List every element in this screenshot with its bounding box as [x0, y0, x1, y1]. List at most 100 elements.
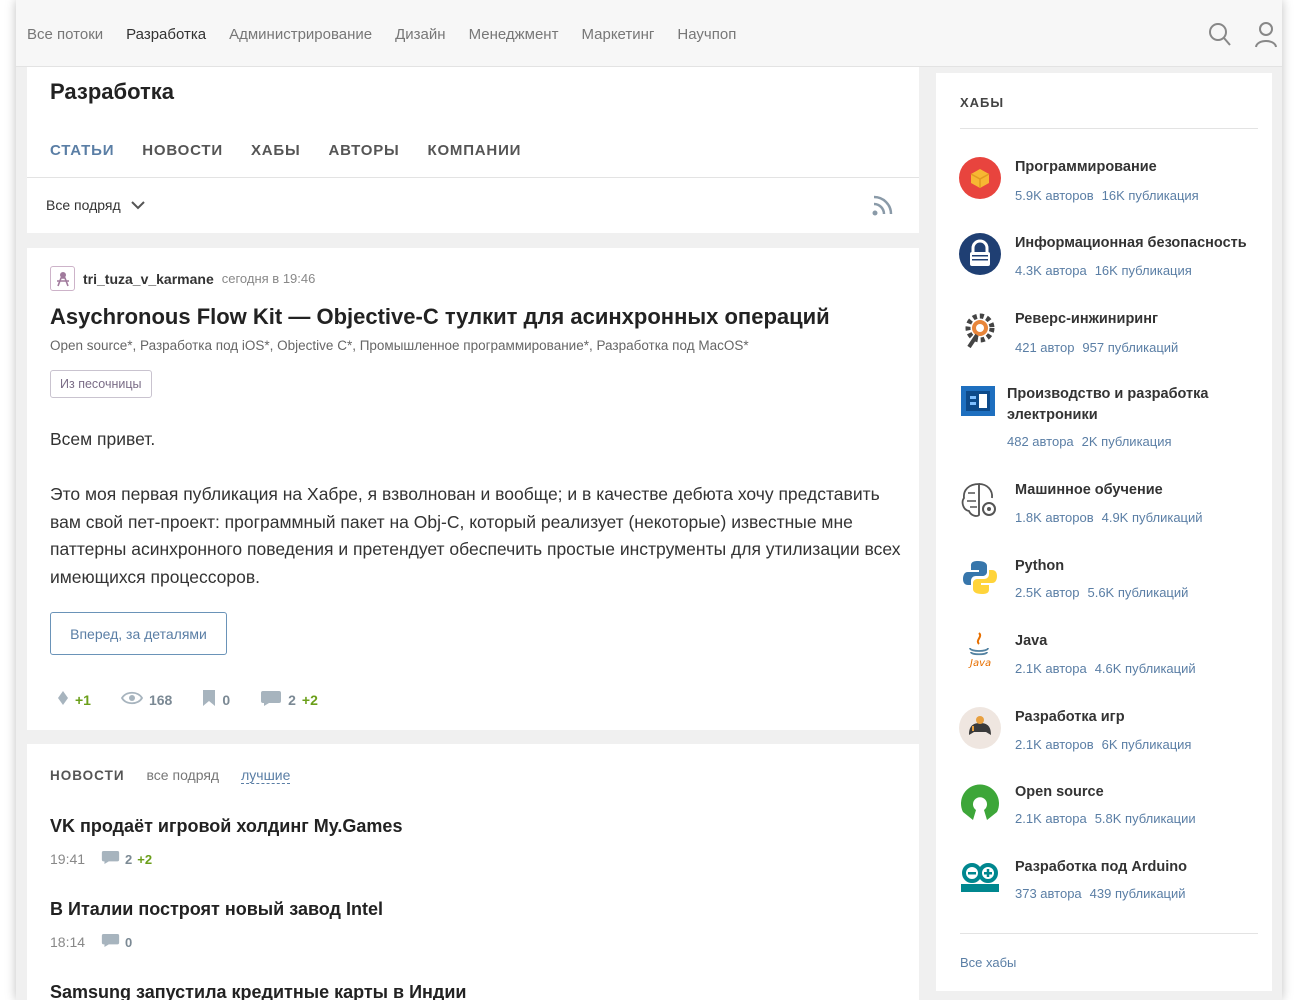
news-title[interactable]: В Италии построят новый завод Intel [50, 899, 383, 920]
hub-name: Java [1015, 633, 1048, 649]
news-comments-value: 0 [125, 934, 133, 950]
post-title[interactable]: Asychronous Flow Kit — Objective-C тулки… [50, 304, 830, 330]
news-label: НОВОСТИ [50, 768, 125, 783]
read-more-button[interactable]: Вперед, за деталями [50, 612, 227, 655]
news-title[interactable]: Samsung запустила кредитные карты в Инди… [50, 982, 467, 1000]
flows-menu: Все потоки Разработка Администрирование … [27, 26, 736, 43]
hub-name: Программирование [1015, 159, 1157, 175]
avatar[interactable] [50, 266, 75, 291]
news-comments-value: 2 [125, 851, 133, 867]
hubs-sidebar: ХАБЫ Программирование 5.9K авторов 16K пу… [936, 73, 1272, 991]
search-icon[interactable] [1208, 20, 1232, 48]
hub-posts: 6K публикация [1101, 737, 1192, 752]
feed-filter-dropdown[interactable]: Все подряд [46, 197, 145, 213]
flow-administration[interactable]: Администрирование [229, 26, 372, 43]
tab-news[interactable]: НОВОСТИ [142, 142, 223, 159]
rating-value: +1 [75, 691, 91, 708]
user-icon[interactable] [1254, 20, 1278, 48]
hub-posts: 439 публикаций [1089, 886, 1186, 901]
hub-header: Разработка СТАТЬИ НОВОСТИ ХАБЫ АВТОРЫ КО… [27, 67, 919, 233]
hub-posts: 4.6K публикаций [1094, 661, 1196, 676]
tab-hubs[interactable]: ХАБЫ [251, 142, 301, 159]
post-paragraph: Это моя первая публикация на Хабре, я вз… [50, 484, 901, 587]
flow-all[interactable]: Все потоки [27, 26, 103, 43]
news-block: НОВОСТИ все подряд лучшие VK продаёт игр… [27, 744, 919, 1000]
electronics-icon [959, 384, 1001, 426]
hub-authors: 482 автора [1007, 434, 1074, 449]
flow-design[interactable]: Дизайн [395, 26, 445, 43]
news-title[interactable]: VK продаёт игровой холдинг My.Games [50, 816, 402, 837]
bookmarks-value: 0 [222, 691, 231, 708]
news-filter-best[interactable]: лучшие [241, 767, 291, 784]
gamepad-icon [959, 707, 1001, 749]
svg-text:Java: Java [968, 658, 991, 669]
post-hubs[interactable]: Open source*, Разработка под iOS*, Objec… [50, 338, 749, 353]
programming-icon [959, 157, 1001, 199]
new-comments-value: +2 [301, 691, 318, 708]
lock-icon [959, 233, 1001, 275]
rating-stat[interactable]: +1 [57, 690, 91, 709]
hub-authors: 4.3K автора [1015, 263, 1087, 278]
app-frame: Все потоки Разработка Администрирование … [16, 0, 1282, 1000]
hub-stats: 2.1K автора 4.6K публикаций [1015, 661, 1196, 676]
comments-value: 2 [288, 691, 296, 708]
news-new-comments-value: +2 [137, 851, 153, 867]
tab-companies[interactable]: КОМПАНИИ [428, 142, 522, 159]
flow-management[interactable]: Менеджмент [469, 26, 559, 43]
all-hubs-link[interactable]: Все хабы [960, 955, 1016, 970]
hub-tabs: СТАТЬИ НОВОСТИ ХАБЫ АВТОРЫ КОМПАНИИ [50, 142, 521, 159]
comment-icon [101, 933, 120, 951]
hub-stats: 2.1K авторов 6K публикация [1015, 737, 1191, 752]
hub-authors: 1.8K авторов [1015, 510, 1094, 525]
news-comments[interactable]: 0 [101, 933, 132, 951]
hub-authors: 2.1K автора [1015, 811, 1087, 826]
bookmarks-stat[interactable]: 0 [202, 689, 230, 710]
hub-authors: 421 автор [1015, 340, 1075, 355]
rating-icon [57, 690, 69, 709]
hub-stats: 482 автора 2K публикация [1007, 434, 1172, 449]
post-time: сегодня в 19:46 [221, 271, 316, 286]
news-item: VK продаёт игровой холдинг My.Games 19:4… [50, 816, 402, 868]
news-filter-all[interactable]: все подряд [147, 767, 220, 783]
hub-name: Производство и разработка электроники [1007, 386, 1209, 423]
java-icon: Java [959, 631, 1001, 673]
tab-articles[interactable]: СТАТЬИ [50, 142, 114, 159]
hub-posts: 2K публикация [1081, 434, 1172, 449]
open-source-icon [959, 782, 1001, 824]
hub-name: Open source [1015, 784, 1104, 800]
hub-authors: 373 автора [1015, 886, 1082, 901]
news-meta: 18:14 0 [50, 933, 383, 951]
hub-name: Разработка под Arduino [1015, 859, 1187, 875]
sidebar-heading: ХАБЫ [960, 95, 1005, 110]
arduino-icon [959, 857, 1001, 899]
news-item: В Италии построят новый завод Intel 18:1… [50, 899, 383, 951]
rss-icon[interactable] [871, 195, 893, 217]
flow-popsci[interactable]: Научпоп [677, 26, 736, 43]
filter-label: Все подряд [46, 197, 121, 213]
comments-stat[interactable]: 2 +2 [260, 690, 318, 710]
gear-wrench-icon [959, 309, 1001, 351]
eye-icon [120, 691, 144, 708]
hub-posts: 4.9K публикаций [1101, 510, 1203, 525]
sandbox-badge[interactable]: Из песочницы [50, 370, 152, 398]
top-navigation: Все потоки Разработка Администрирование … [16, 0, 1282, 67]
hub-authors: 5.9K авторов [1015, 188, 1094, 203]
python-icon [959, 556, 1001, 598]
comment-icon [260, 690, 282, 710]
hub-authors: 2.1K авторов [1015, 737, 1094, 752]
hub-name: Python [1015, 558, 1065, 574]
author-name[interactable]: tri_tuza_v_karmane [83, 271, 214, 287]
flow-marketing[interactable]: Маркетинг [581, 26, 654, 43]
page-title: Разработка [50, 79, 174, 104]
hub-stats: 5.9K авторов 16K публикация [1015, 188, 1199, 203]
news-header: НОВОСТИ все подряд лучшие [50, 767, 291, 784]
hub-posts: 5.6K публикаций [1087, 585, 1189, 600]
hub-posts: 957 публикаций [1082, 340, 1179, 355]
views-value: 168 [148, 691, 173, 708]
hub-authors: 2.5K автор [1015, 585, 1080, 600]
tab-authors[interactable]: АВТОРЫ [328, 142, 399, 159]
news-comments[interactable]: 2 +2 [101, 850, 152, 868]
news-time: 19:41 [50, 851, 86, 867]
flow-development[interactable]: Разработка [126, 26, 206, 43]
hub-name: Реверс-инжиниринг [1015, 311, 1159, 327]
